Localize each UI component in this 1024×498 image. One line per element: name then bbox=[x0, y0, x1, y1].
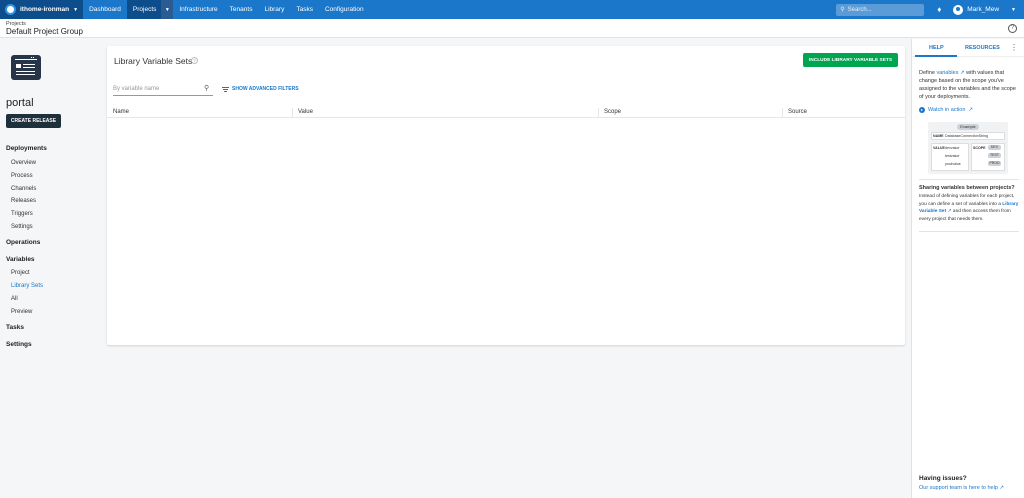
watch-in-action-link[interactable]: Watch in action ↗ bbox=[919, 107, 973, 113]
sidebar-settings[interactable]: Settings bbox=[6, 341, 32, 348]
example-value-label: VALUE bbox=[933, 146, 945, 150]
example-scope-label: SCOPE bbox=[973, 146, 986, 150]
help-icon[interactable]: ? bbox=[1008, 24, 1017, 33]
chevron-down-icon: ▼ bbox=[1011, 6, 1016, 13]
nav-tasks[interactable]: Tasks bbox=[290, 0, 319, 19]
column-divider bbox=[292, 108, 293, 117]
support-link[interactable]: Our support team is here to help ↗ bbox=[919, 485, 1004, 491]
divider bbox=[919, 179, 1019, 180]
having-issues-title: Having issues? bbox=[919, 475, 967, 482]
page-title: Default Project Group bbox=[6, 27, 83, 36]
avatar bbox=[953, 4, 964, 15]
divider bbox=[919, 231, 1019, 232]
tab-resources[interactable]: RESOURCES bbox=[965, 45, 1000, 51]
sidebar-item-project[interactable]: Project bbox=[11, 270, 30, 276]
example-tag: Example bbox=[957, 124, 979, 130]
search-icon: ⚲ bbox=[204, 85, 210, 92]
sidebar-item-library-sets[interactable]: Library Sets bbox=[11, 283, 43, 289]
project-name: portal bbox=[6, 97, 34, 109]
search-input[interactable]: ⚲ Search... bbox=[836, 3, 925, 16]
top-navigation-bar: ithome-ironman ▼ Dashboard Projects ▼ In… bbox=[0, 0, 1024, 19]
help-tabs: HELP RESOURCES ⋮ bbox=[912, 39, 1024, 57]
sidebar-item-process[interactable]: Process bbox=[11, 173, 33, 179]
nav-library[interactable]: Library bbox=[258, 0, 290, 19]
space-name: ithome-ironman bbox=[20, 6, 70, 13]
example-name-value: DatabaseConnectionString bbox=[945, 134, 988, 138]
sidebar-tasks[interactable]: Tasks bbox=[6, 324, 24, 331]
play-icon bbox=[919, 107, 925, 113]
column-source[interactable]: Source bbox=[788, 109, 807, 115]
user-name: Mark_Mew bbox=[967, 6, 1000, 13]
column-name[interactable]: Name bbox=[113, 109, 129, 115]
sharing-help-text: Instead of defining variables for each p… bbox=[919, 194, 1019, 222]
example-scope-prod: PROD bbox=[988, 161, 1001, 166]
advanced-filters-label: SHOW ADVANCED FILTERS bbox=[232, 86, 299, 92]
watch-label: Watch in action bbox=[928, 107, 966, 113]
example-value-dev: devvalue bbox=[945, 146, 960, 150]
chevron-down-icon: ▼ bbox=[73, 6, 79, 13]
user-menu[interactable]: Mark_Mew ▼ bbox=[953, 4, 1016, 15]
variable-example-diagram: Example NAME DatabaseConnectionString VA… bbox=[928, 122, 1008, 174]
sidebar-item-overview[interactable]: Overview bbox=[11, 160, 36, 166]
external-link-icon: ↗ bbox=[968, 107, 974, 113]
filter-icon bbox=[222, 86, 229, 92]
column-value[interactable]: Value bbox=[298, 109, 313, 115]
sidebar-deployments[interactable]: Deployments bbox=[6, 145, 47, 152]
variable-name-filter-input[interactable]: By variable name bbox=[113, 83, 213, 96]
column-scope[interactable]: Scope bbox=[604, 109, 621, 115]
include-library-variable-sets-button[interactable]: INCLUDE LIBRARY VARIABLE SETS bbox=[803, 53, 898, 67]
search-icon: ⚲ bbox=[840, 7, 845, 13]
sidebar-item-settings[interactable]: Settings bbox=[11, 224, 33, 230]
library-variable-sets-card: Library Variable Sets ? INCLUDE LIBRARY … bbox=[107, 46, 905, 345]
sidebar-item-channels[interactable]: Channels bbox=[11, 186, 36, 192]
example-scope-test: TEST bbox=[988, 153, 1001, 158]
help-panel: HELP RESOURCES ⋮ Define variables ↗ with… bbox=[911, 39, 1024, 498]
space-switcher[interactable]: ithome-ironman ▼ bbox=[0, 0, 84, 19]
filter-placeholder: By variable name bbox=[113, 86, 160, 92]
external-link-icon: ↗ bbox=[999, 485, 1005, 491]
projects-dropdown-icon[interactable]: ▼ bbox=[161, 0, 174, 19]
variables-help-text: Define variables ↗ with values that chan… bbox=[919, 70, 1016, 100]
sharing-title: Sharing variables between projects? bbox=[919, 185, 1015, 191]
column-divider bbox=[782, 108, 783, 117]
column-divider bbox=[598, 108, 599, 117]
card-title: Library Variable Sets bbox=[114, 56, 193, 66]
example-value-test: testvalue bbox=[945, 154, 960, 158]
nav-dashboard[interactable]: Dashboard bbox=[83, 0, 127, 19]
tab-help[interactable]: HELP bbox=[929, 45, 944, 51]
active-tab-indicator bbox=[915, 55, 957, 57]
sidebar-operations[interactable]: Operations bbox=[6, 239, 40, 246]
variables-link[interactable]: variables bbox=[936, 70, 958, 76]
page-header: Projects Default Project Group ? bbox=[0, 19, 1024, 38]
nav-tenants[interactable]: Tenants bbox=[224, 0, 259, 19]
sidebar-variables[interactable]: Variables bbox=[6, 256, 35, 263]
create-release-button[interactable]: CREATE RELEASE bbox=[6, 114, 61, 128]
example-value-prod: prodvalue bbox=[945, 162, 961, 166]
project-sidebar: portal CREATE RELEASE Deployments Overvi… bbox=[0, 39, 100, 498]
nav-infrastructure[interactable]: Infrastructure bbox=[173, 0, 223, 19]
sidebar-item-all[interactable]: All bbox=[11, 296, 18, 302]
nav-configuration[interactable]: Configuration bbox=[319, 0, 370, 19]
sidebar-item-triggers[interactable]: Triggers bbox=[11, 211, 33, 217]
show-advanced-filters-button[interactable]: SHOW ADVANCED FILTERS bbox=[222, 86, 299, 92]
info-icon[interactable]: ? bbox=[191, 57, 198, 64]
nav-projects[interactable]: Projects bbox=[126, 0, 163, 19]
more-options-icon[interactable]: ⋮ bbox=[1010, 43, 1018, 52]
example-scope-dev: DEV bbox=[988, 145, 1001, 150]
sidebar-item-preview[interactable]: Preview bbox=[11, 309, 32, 315]
example-name-label: NAME bbox=[933, 134, 944, 138]
variables-table-header: Name Value Scope Source bbox=[107, 106, 905, 118]
search-placeholder: Search... bbox=[847, 6, 872, 13]
project-logo-icon bbox=[11, 55, 41, 80]
sidebar-item-releases[interactable]: Releases bbox=[11, 198, 36, 204]
bell-icon[interactable]: ♦ bbox=[934, 0, 944, 19]
space-logo-icon bbox=[5, 4, 16, 15]
